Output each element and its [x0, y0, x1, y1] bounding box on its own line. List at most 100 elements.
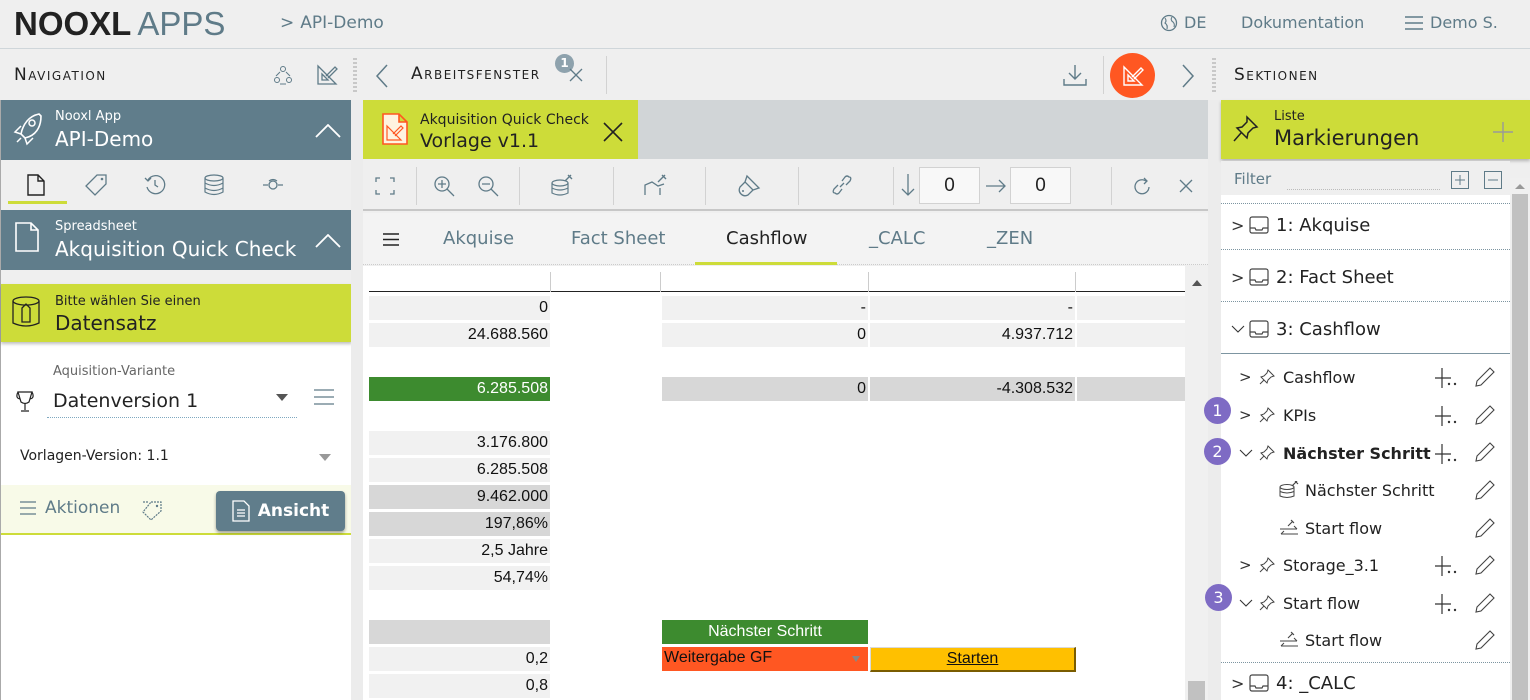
- breadcrumb[interactable]: > API-Demo: [280, 13, 384, 33]
- resize-handle-left[interactable]: [353, 58, 357, 92]
- cell[interactable]: [1077, 296, 1185, 320]
- scroll-thumb[interactable]: [1188, 681, 1205, 700]
- cell[interactable]: 9.462.000: [369, 485, 550, 509]
- database-pin-icon[interactable]: [551, 173, 573, 197]
- row-offset-input[interactable]: 0: [919, 167, 980, 204]
- filter-input[interactable]: [1287, 189, 1440, 190]
- actions-button[interactable]: Aktionen: [19, 498, 120, 518]
- tree-item-calc[interactable]: > 4: _CALC: [1221, 667, 1510, 699]
- view-button[interactable]: Ansicht: [216, 491, 345, 531]
- cell[interactable]: 4.937.712: [870, 323, 1075, 347]
- flow-pin-icon[interactable]: [644, 173, 668, 197]
- marker-start-flow[interactable]: Start flow: [1239, 589, 1510, 617]
- zoom-in-icon[interactable]: [433, 175, 455, 197]
- workspace-tab-active[interactable]: Akquisition Quick Check Vorlage v1.1: [363, 100, 638, 159]
- chevron-up-icon[interactable]: [315, 234, 341, 248]
- sheet-tab-zen[interactable]: _ZEN: [987, 228, 1033, 249]
- language-switch[interactable]: DE: [1160, 13, 1206, 32]
- tag-icon[interactable]: [85, 174, 107, 196]
- edit-pencil-icon[interactable]: [1474, 366, 1496, 388]
- marker-storage[interactable]: > Storage_3.1: [1239, 551, 1510, 579]
- edit-pencil-icon[interactable]: [1474, 554, 1496, 576]
- edit-pencil-icon[interactable]: [1474, 629, 1496, 651]
- fullscreen-icon[interactable]: [375, 177, 395, 195]
- cell[interactable]: 0: [369, 296, 550, 320]
- cell[interactable]: -: [662, 296, 868, 320]
- marker-kpis[interactable]: > KPIs: [1239, 401, 1510, 429]
- refresh-icon[interactable]: [1132, 177, 1152, 197]
- edit-pencil-icon[interactable]: [1474, 517, 1496, 539]
- chevron-up-icon[interactable]: [315, 124, 341, 138]
- sheet-tab-calc[interactable]: _CALC: [869, 228, 925, 249]
- zoom-out-icon[interactable]: [477, 175, 499, 197]
- scroll-up-arrow-icon[interactable]: [1515, 184, 1525, 189]
- cell[interactable]: [1077, 377, 1185, 401]
- close-icon[interactable]: [569, 68, 583, 82]
- link-icon[interactable]: [831, 174, 853, 196]
- spreadsheet-grid[interactable]: 0 24.688.560 6.285.508 3.176.800 6.285.5…: [363, 266, 1193, 700]
- hamburger-menu-icon[interactable]: [313, 389, 335, 405]
- spreadsheet-card[interactable]: Spreadsheet Akquisition Quick Check: [1, 210, 352, 270]
- edit-pencil-icon[interactable]: [1474, 479, 1496, 501]
- cell[interactable]: -: [870, 296, 1075, 320]
- sheet-tab-fact-sheet[interactable]: Fact Sheet: [571, 228, 665, 249]
- add-child-icon[interactable]: [1434, 593, 1460, 615]
- cell[interactable]: [1077, 323, 1185, 347]
- scroll-thumb[interactable]: [1512, 194, 1528, 700]
- close-icon[interactable]: [1179, 179, 1193, 193]
- variant-select[interactable]: Datenversion 1: [47, 384, 297, 418]
- markers-card[interactable]: Liste Markierungen: [1221, 100, 1530, 159]
- cell[interactable]: [369, 620, 550, 644]
- cell[interactable]: 3.176.800: [369, 431, 550, 455]
- app-logo[interactable]: NOOXL APPS: [14, 5, 225, 43]
- edit-pencil-icon[interactable]: [1474, 404, 1496, 426]
- edit-pencil-icon[interactable]: [1474, 592, 1496, 614]
- start-button[interactable]: Starten: [870, 647, 1076, 672]
- chevron-right-icon[interactable]: [1181, 64, 1195, 88]
- cell[interactable]: 54,74%: [369, 566, 550, 590]
- col-offset-input[interactable]: 0: [1010, 167, 1071, 204]
- tree-item-akquise[interactable]: > 1: Akquise: [1221, 209, 1510, 241]
- chevron-left-icon[interactable]: [375, 64, 389, 88]
- cell[interactable]: 2,5 Jahre: [369, 539, 550, 563]
- cell[interactable]: 6.285.508: [369, 458, 550, 482]
- cell[interactable]: 0: [662, 377, 868, 401]
- tree-item-fact-sheet[interactable]: > 2: Fact Sheet: [1221, 261, 1510, 293]
- cell[interactable]: -4.308.532: [870, 377, 1075, 401]
- sections-scrollbar[interactable]: [1510, 178, 1530, 700]
- history-icon[interactable]: [144, 174, 166, 196]
- template-version-select[interactable]: Vorlagen-Version: 1.1: [1, 440, 352, 476]
- add-child-icon[interactable]: [1434, 555, 1460, 577]
- dataset-card[interactable]: Bitte wählen Sie einen Datensatz: [1, 284, 352, 342]
- add-child-icon[interactable]: [1434, 367, 1460, 389]
- expand-all-icon[interactable]: [1451, 171, 1469, 189]
- edit-pencil-icon[interactable]: [1474, 441, 1496, 463]
- grid-scrollbar[interactable]: [1185, 266, 1208, 700]
- documentation-link[interactable]: Dokumentation: [1241, 13, 1364, 32]
- add-child-icon[interactable]: [1434, 443, 1460, 465]
- scroll-up-arrow-icon[interactable]: [1192, 280, 1202, 286]
- database-icon[interactable]: [204, 174, 224, 196]
- network-icon[interactable]: [272, 64, 294, 86]
- download-icon[interactable]: [1063, 64, 1087, 86]
- add-icon[interactable]: [1492, 121, 1514, 143]
- sheets-menu-icon[interactable]: [382, 233, 400, 246]
- cell-highlight[interactable]: 6.285.508: [369, 377, 550, 401]
- tree-item-cashflow[interactable]: 3: Cashflow: [1221, 313, 1510, 345]
- tags-icon[interactable]: [141, 499, 163, 521]
- document-icon[interactable]: [27, 174, 45, 196]
- cell[interactable]: 0,8: [369, 674, 550, 698]
- marker-cashflow[interactable]: > Cashflow: [1239, 363, 1510, 391]
- cell[interactable]: 24.688.560: [369, 323, 550, 347]
- cell[interactable]: 0,2: [369, 647, 550, 671]
- cell[interactable]: 0: [662, 323, 868, 347]
- resize-handle-right[interactable]: [1212, 58, 1216, 92]
- template-mode-button[interactable]: [1110, 53, 1155, 98]
- sheet-tab-akquise[interactable]: Akquise: [443, 228, 514, 249]
- collapse-all-icon[interactable]: [1484, 171, 1502, 189]
- eye-icon[interactable]: [262, 178, 284, 192]
- sheet-tab-cashflow[interactable]: Cashflow: [726, 228, 807, 249]
- cell[interactable]: 197,86%: [369, 512, 550, 536]
- app-card[interactable]: Nooxl App API-Demo: [1, 100, 352, 160]
- format-brush-icon[interactable]: [737, 174, 761, 198]
